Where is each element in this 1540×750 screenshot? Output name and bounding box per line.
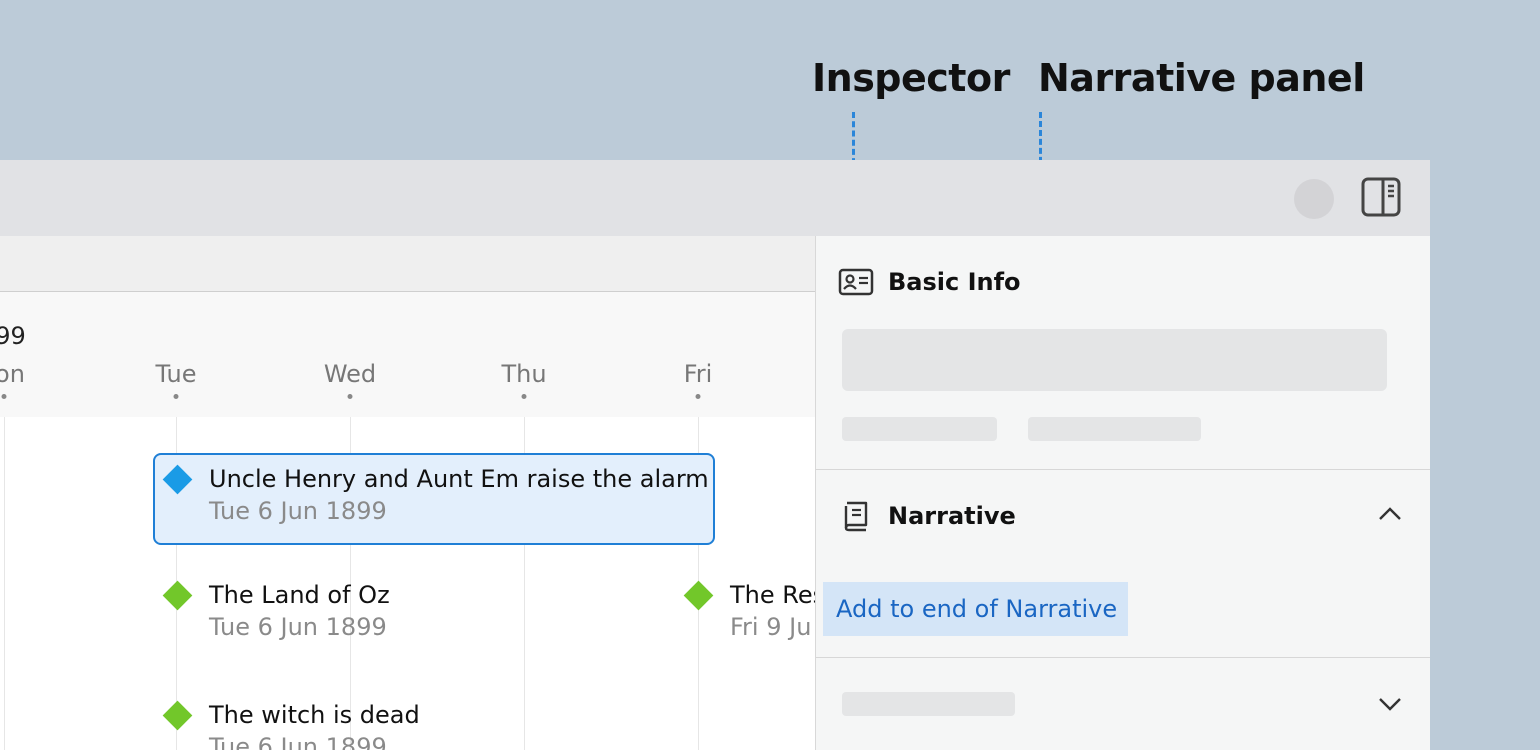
placeholder-bar (1028, 417, 1201, 441)
gridline (4, 417, 5, 750)
day-label-wed: Wed (323, 360, 377, 388)
event-title: The witch is dead (209, 701, 420, 729)
toolbar (0, 160, 1430, 236)
event-date: Tue 6 Jun 1899 (209, 613, 387, 641)
app-window: 399 on Tue Wed Thu Fri Uncle Henry and A… (0, 160, 1430, 750)
placeholder-bar (842, 417, 997, 441)
timeline-event[interactable]: The Res Fri 9 Ju (675, 575, 815, 667)
timeline-view: 399 on Tue Wed Thu Fri Uncle Henry and A… (0, 292, 815, 750)
day-label-mon: on (0, 360, 25, 388)
day-label-thu: Thu (501, 360, 547, 388)
collapsed-section-placeholder (842, 692, 1015, 716)
timeline-event[interactable]: The witch is dead Tue 6 Jun 1899 (153, 695, 453, 750)
tick-dot (695, 394, 701, 399)
event-diamond-icon (162, 464, 193, 495)
id-card-icon (838, 268, 874, 300)
chevron-up-icon[interactable] (1378, 506, 1402, 526)
event-diamond-icon (162, 700, 193, 731)
timeline-event-selected[interactable]: Uncle Henry and Aunt Em raise the alarm … (153, 453, 715, 545)
divider (816, 657, 1430, 658)
tick-dot (1, 394, 7, 399)
sidebar-toggle-icon[interactable] (1360, 177, 1402, 219)
timeline-subbar (0, 236, 815, 292)
toolbar-circle-button[interactable] (1294, 179, 1334, 219)
timeline-grid[interactable]: Uncle Henry and Aunt Em raise the alarm … (0, 417, 815, 750)
basic-info-title: Basic Info (888, 268, 1021, 296)
event-diamond-icon (683, 580, 714, 611)
inspector-panel: Basic Info Narrative Add to end of Narra… (815, 236, 1430, 750)
book-icon (842, 500, 870, 536)
timeline-ruler: 399 on Tue Wed Thu Fri (0, 292, 815, 417)
day-label-fri: Fri (683, 360, 713, 388)
tick-dot (521, 394, 527, 399)
inspector-callout-label: Inspector (812, 56, 1010, 100)
day-label-tue: Tue (155, 360, 197, 388)
year-label: 399 (0, 322, 26, 350)
event-date: Fri 9 Ju (730, 613, 812, 641)
timeline-event[interactable]: The Land of Oz Tue 6 Jun 1899 (153, 575, 453, 667)
add-to-end-of-narrative-button[interactable]: Add to end of Narrative (823, 582, 1128, 636)
event-date: Tue 6 Jun 1899 (209, 733, 387, 750)
event-date: Tue 6 Jun 1899 (209, 497, 387, 525)
name-field-placeholder[interactable] (842, 329, 1387, 391)
tick-dot (347, 394, 353, 399)
divider (816, 469, 1430, 470)
event-title: The Land of Oz (209, 581, 390, 609)
event-diamond-icon (162, 580, 193, 611)
event-title: Uncle Henry and Aunt Em raise the alarm (209, 465, 709, 493)
narrative-panel-callout-label: Narrative panel (1038, 56, 1365, 100)
event-title: The Res (730, 581, 815, 609)
narrative-title: Narrative (888, 502, 1016, 530)
chevron-down-icon[interactable] (1378, 696, 1402, 716)
tick-dot (173, 394, 179, 399)
